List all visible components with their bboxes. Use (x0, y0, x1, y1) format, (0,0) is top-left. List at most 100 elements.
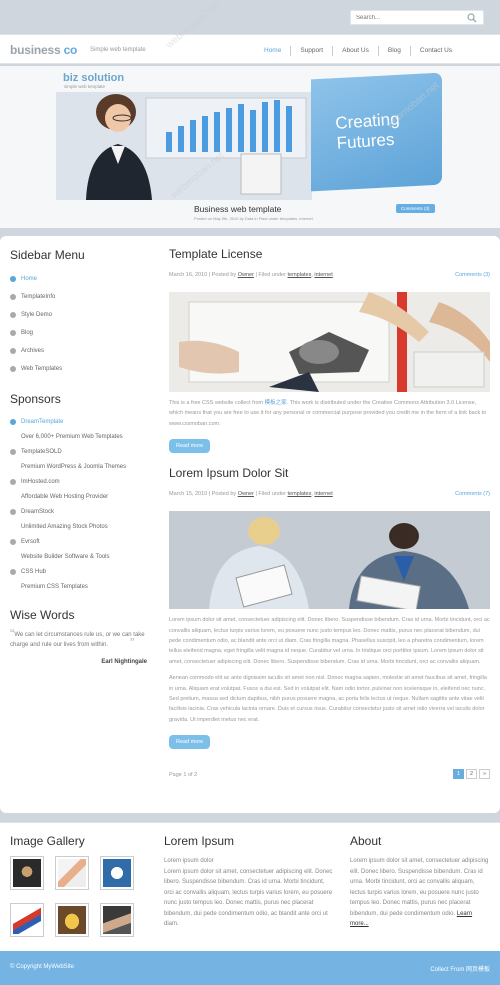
collect-link[interactable]: Collect From 网页模板 (430, 964, 490, 973)
post-image (169, 511, 490, 610)
sponsor-description: Affordable Web Hosting Provider (21, 493, 109, 500)
read-more-button[interactable]: Read more (169, 735, 211, 750)
nav-home[interactable]: Home (255, 46, 290, 56)
gallery-thumbnail[interactable] (100, 856, 134, 890)
bullet-icon (10, 276, 16, 282)
tag-link[interactable]: templates (287, 491, 311, 497)
post-meta: March 15, 2010 | Posted by Owner | Filed… (169, 491, 490, 498)
banner-subtitle: simple web template (64, 84, 106, 89)
post-title[interactable]: Template License (169, 247, 490, 261)
quote-author: Earl Nightingale (101, 659, 147, 665)
gallery-thumbnail[interactable] (55, 903, 89, 937)
wise-words-heading: Wise Words (10, 608, 75, 622)
sidebar-item-archives[interactable]: Archives (10, 342, 150, 360)
gallery-thumbnail[interactable] (10, 856, 44, 890)
sponsor-description: Unlimited Amazing Stock Photos (21, 523, 108, 530)
tag-link[interactable]: templates (287, 272, 311, 278)
sidebar-item-templateinfo[interactable]: TemplateInfo (10, 288, 150, 306)
site-logo[interactable]: business co (10, 43, 77, 57)
post-author-link[interactable]: Owner (238, 491, 254, 497)
sponsor-link[interactable]: Evrsoft (10, 534, 150, 549)
post-meta: March 16, 2010 | Posted by Owner | Filed… (169, 272, 490, 278)
hero-banner: biz solution simple web template Creatin… (56, 72, 442, 222)
bullet-icon (10, 538, 16, 545)
post-body: Aenean commodo elit ac ante dignissim ia… (169, 675, 487, 723)
bullet-icon (10, 348, 16, 354)
sponsors-heading: Sponsors (10, 392, 61, 406)
sponsor-description: Premium CSS Templates (21, 583, 88, 590)
site-tagline: Simple web template (90, 47, 146, 53)
lorem-line: Lorem ipsum dolor (164, 858, 214, 864)
sidebar-item-blog[interactable]: Blog (10, 324, 150, 342)
main-column: Template License March 16, 2010 | Posted… (169, 247, 490, 781)
lorem-heading: Lorem Ipsum (164, 834, 235, 848)
sponsor-link[interactable]: DreamStock (10, 504, 150, 519)
bullet-icon (10, 448, 16, 455)
sidebar-item-web-templates[interactable]: Web Templates (10, 360, 150, 378)
source-link[interactable]: 模板之家 (265, 400, 287, 406)
close-quote-icon: ” (130, 635, 135, 650)
bullet-icon (10, 330, 16, 336)
search-icon[interactable] (467, 13, 477, 23)
nav-support[interactable]: Support (290, 46, 332, 56)
nav-contact-us[interactable]: Contact Us (409, 46, 461, 56)
sidebar-item-home[interactable]: Home (10, 270, 150, 288)
post-excerpt: This is a free CSS website collect from … (169, 400, 487, 427)
about-heading: About (350, 834, 382, 848)
page-1-button[interactable]: 1 (453, 769, 464, 780)
page-count: Page 1 of 2 (169, 772, 198, 779)
site-header: business co Simple web template Home Sup… (0, 34, 500, 64)
comments-link[interactable]: Comments (7) (455, 491, 490, 497)
banner-photo (56, 92, 312, 200)
sponsor-link[interactable]: CSS Hub (10, 564, 150, 579)
sidebar-menu-heading: Sidebar Menu (10, 248, 85, 262)
sidebar-item-style-demo[interactable]: Style Demo (10, 306, 150, 324)
sponsor-link[interactable]: ImHosted.com (10, 474, 150, 489)
sponsor-description: Over 6,000+ Premium Web Templates (21, 433, 123, 440)
post-title[interactable]: Lorem Ipsum Dolor Sit (169, 466, 490, 480)
pagination: Page 1 of 2 1 2 » (169, 769, 490, 781)
sponsor-link[interactable]: DreamTemplate (10, 414, 150, 429)
search-box[interactable] (350, 10, 484, 25)
bullet-icon (10, 418, 16, 425)
banner-caption-meta: Posted on May 5th, 2010 by Data in Filed… (194, 216, 313, 221)
footer-about: About Lorem ipsum dolor sit amet, consec… (350, 834, 490, 930)
bullet-icon (10, 294, 16, 300)
sponsor-description: Premium WordPress & Joomla Themes (21, 463, 127, 470)
banner-caption: Business web template Posted on May 5th,… (186, 192, 442, 222)
gallery-thumbnail[interactable] (10, 903, 44, 937)
nav-about-us[interactable]: About Us (332, 46, 378, 56)
tag-link[interactable]: internet (314, 491, 332, 497)
sponsors-list: DreamTemplate Over 6,000+ Premium Web Te… (10, 414, 150, 594)
next-page-button[interactable]: » (479, 769, 490, 780)
footer-lorem: Lorem Ipsum Lorem ipsum dolor Lorem ipsu… (164, 834, 334, 930)
post-body: Lorem ipsum dolor sit amet, consectetuer… (169, 617, 490, 665)
sidebar: Sidebar Menu Home TemplateInfo Style Dem… (10, 248, 150, 665)
banner-headline: Creating Futures (334, 109, 401, 153)
about-text: Lorem ipsum dolor sit amet, consectetuer… (350, 858, 489, 927)
banner-comments-button[interactable]: Comments (3) (396, 204, 435, 213)
lorem-text: Lorem ipsum dolor sit amet, consectetuer… (164, 868, 333, 928)
post-image (169, 292, 490, 392)
gallery-heading: Image Gallery (10, 834, 85, 848)
sidebar-menu: Home TemplateInfo Style Demo Blog Archiv… (10, 270, 150, 378)
tag-link[interactable]: internet (314, 272, 332, 278)
search-input[interactable] (356, 13, 466, 23)
page-2-button[interactable]: 2 (466, 769, 477, 780)
gallery-grid (10, 856, 134, 937)
top-strip (0, 0, 500, 34)
sponsor-link[interactable]: TemplateSOLD (10, 444, 150, 459)
post-author-link[interactable]: Owner (238, 272, 254, 278)
bullet-icon (10, 568, 16, 575)
comments-link[interactable]: Comments (3) (455, 272, 490, 278)
bullet-icon (10, 508, 16, 515)
gallery-thumbnail[interactable] (100, 903, 134, 937)
quote: “We can let circumstances rule us, or we… (10, 626, 145, 650)
nav-blog[interactable]: Blog (377, 46, 410, 56)
read-more-button[interactable]: Read more (169, 439, 211, 454)
copyright: © Copyright MyWebSite (10, 964, 74, 970)
banner-caption-title[interactable]: Business web template (194, 204, 281, 214)
bullet-icon (10, 366, 16, 372)
bullet-icon (10, 478, 16, 485)
gallery-thumbnail[interactable] (55, 856, 89, 890)
